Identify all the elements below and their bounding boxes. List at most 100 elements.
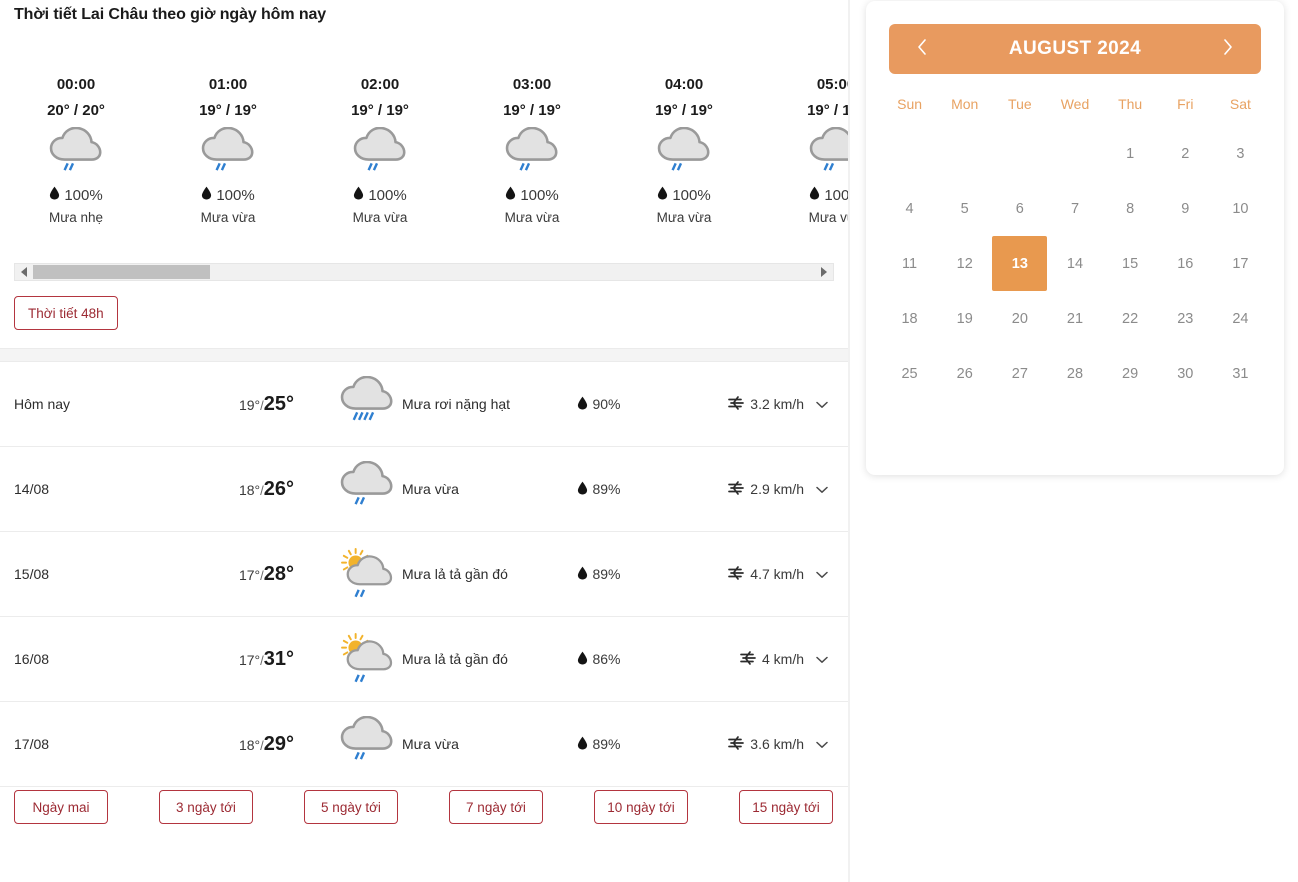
daily-precip: 89%	[529, 566, 669, 583]
hourly-condition: Mưa vừa	[352, 210, 408, 225]
daily-forecast-row[interactable]: 16/08 17°/31° Mưa lả tả gần đó 86% 4 km/h	[0, 617, 848, 702]
water-drop-icon	[577, 736, 588, 753]
calendar-day-cell[interactable]: 17	[1213, 236, 1268, 291]
daily-wind[interactable]: 4.7 km/h	[669, 565, 834, 583]
hourly-scroll-strip[interactable]: 00:00 20° / 20° 100% Mưa nhẹ 01:00 19° / 19° 1…	[0, 62, 848, 247]
calendar-day-cell[interactable]: 27	[992, 346, 1047, 401]
calendar-weekday-label: Tue	[1008, 96, 1032, 112]
hourly-condition: Mưa vừa	[504, 210, 560, 225]
calendar-day-cell[interactable]: 14	[1047, 236, 1102, 291]
forecast-range-button[interactable]: 15 ngày tới	[739, 790, 833, 824]
calendar-prev-month-icon[interactable]	[911, 39, 933, 59]
daily-wind[interactable]: 4 km/h	[669, 650, 834, 668]
calendar-day-cell[interactable]: 1	[1103, 126, 1158, 181]
calendar-day-cell[interactable]: 16	[1158, 236, 1213, 291]
hourly-time: 04:00	[664, 76, 704, 93]
daily-temp-max: 26°	[263, 477, 294, 500]
forecast-range-button[interactable]: 7 ngày tới	[449, 790, 543, 824]
hourly-temp: 19° / 19°	[807, 102, 848, 119]
forecast-range-button-label: 7 ngày tới	[466, 799, 526, 815]
daily-forecast-list: Hôm nay 19°/25° Mưa rơi nặng hạt 90% 3.2 km/…	[0, 362, 848, 787]
weather-48h-button[interactable]: Thời tiết 48h	[14, 296, 118, 330]
calendar-day-cell[interactable]: 28	[1047, 346, 1102, 401]
calendar-day-cell[interactable]: 26	[937, 346, 992, 401]
daily-forecast-row[interactable]: 17/08 18°/29° Mưa vừa 89% 3.6 km/h	[0, 702, 848, 787]
hourly-cell: 04:00 19° / 19° 100% Mưa vừa	[608, 62, 760, 247]
calendar-day-label: 4	[905, 200, 914, 217]
calendar-weekday-label: Mon	[951, 96, 979, 112]
hourly-scrollbar[interactable]	[14, 263, 834, 281]
forecast-range-button[interactable]: 3 ngày tới	[159, 790, 253, 824]
calendar-day-cell[interactable]: 21	[1047, 291, 1102, 346]
water-drop-icon	[49, 184, 60, 208]
calendar-day-cell[interactable]: 24	[1213, 291, 1268, 346]
forecast-range-button[interactable]: Ngày mai	[14, 790, 108, 824]
daily-condition-text: Mưa lả tả gần đó	[402, 651, 508, 667]
calendar-day-cell[interactable]: 30	[1158, 346, 1213, 401]
scrollbar-thumb[interactable]	[33, 265, 210, 279]
calendar-day-cell[interactable]: 11	[882, 236, 937, 291]
calendar-day-cell[interactable]: 22	[1103, 291, 1158, 346]
calendar-day-cell[interactable]: 25	[882, 346, 937, 401]
calendar-day-cell[interactable]: 4	[882, 181, 937, 236]
chevron-down-icon[interactable]	[816, 481, 828, 497]
calendar-weekday-label: Wed	[1060, 96, 1090, 112]
daily-forecast-row[interactable]: Hôm nay 19°/25° Mưa rơi nặng hạt 90% 3.2 km/…	[0, 362, 848, 447]
daily-condition-text: Mưa rơi nặng hạt	[402, 396, 511, 412]
calendar-day-cell[interactable]: 29	[1103, 346, 1158, 401]
calendar-day-label: 28	[1066, 365, 1084, 382]
calendar-day-cell[interactable]: 10	[1213, 181, 1268, 236]
daily-condition-group: Mưa rơi nặng hạt	[294, 376, 529, 432]
scroll-left-arrow-icon[interactable]	[15, 264, 33, 280]
chevron-down-icon[interactable]	[816, 396, 828, 412]
calendar-day-selected[interactable]: 13	[992, 236, 1048, 291]
hourly-precip: 100%	[760, 184, 848, 208]
range-button-spacer	[399, 790, 449, 824]
hourly-precip-value: 100%	[672, 187, 711, 204]
calendar-day-cell[interactable]: 3	[1213, 126, 1268, 181]
hourly-cell: 00:00 20° / 20° 100% Mưa nhẹ	[0, 62, 152, 247]
daily-condition-group: Mưa lả tả gần đó	[294, 631, 529, 687]
calendar-day-cell[interactable]: 9	[1158, 181, 1213, 236]
water-drop-icon	[201, 184, 212, 208]
hourly-precip: 100%	[0, 184, 152, 208]
calendar-weekday-label: Thu	[1118, 96, 1143, 112]
calendar-weekday-label: Fri	[1177, 96, 1194, 112]
calendar-day-cell[interactable]: 2	[1158, 126, 1213, 181]
calendar-next-month-icon[interactable]	[1217, 39, 1239, 59]
chevron-down-icon[interactable]	[816, 651, 828, 667]
daily-date: 14/08	[14, 481, 50, 497]
water-drop-icon	[577, 481, 588, 498]
daily-wind[interactable]: 3.6 km/h	[669, 735, 834, 753]
left-column: Thời tiết Lai Châu theo giờ ngày hôm nay…	[0, 0, 850, 882]
daily-temp-max: 25°	[263, 392, 294, 415]
scroll-right-arrow-icon[interactable]	[815, 264, 833, 280]
calendar-day-cell[interactable]: 23	[1158, 291, 1213, 346]
daily-precip-value: 90%	[592, 396, 621, 412]
daily-forecast-row[interactable]: 15/08 17°/28° Mưa lả tả gần đó 89% 4.7 km/h	[0, 532, 848, 617]
calendar-day-cell[interactable]: 31	[1213, 346, 1268, 401]
chevron-down-icon[interactable]	[816, 566, 828, 582]
forecast-range-button[interactable]: 5 ngày tới	[304, 790, 398, 824]
calendar-day-cell[interactable]: 18	[882, 291, 937, 346]
calendar-day-cell[interactable]: 7	[1047, 181, 1102, 236]
daily-forecast-row[interactable]: 14/08 18°/26° Mưa vừa 89% 2.9 km/h	[0, 447, 848, 532]
scrollbar-track[interactable]	[33, 264, 815, 280]
water-drop-icon	[657, 184, 668, 208]
chevron-down-icon[interactable]	[816, 736, 828, 752]
calendar-day-cell[interactable]: 12	[937, 236, 992, 291]
calendar-day-cell[interactable]: 19	[937, 291, 992, 346]
calendar-day-cell[interactable]: 15	[1103, 236, 1158, 291]
calendar-empty-cell	[992, 126, 1047, 181]
hourly-time: 03:00	[512, 76, 552, 93]
calendar-day-cell[interactable]: 5	[937, 181, 992, 236]
calendar-day-cell[interactable]: 20	[992, 291, 1047, 346]
calendar-day-label: 8	[1126, 200, 1135, 217]
calendar-card: AUGUST 2024 Sun Mon Tue Wed Thu Fri Sat 123456…	[866, 1, 1284, 475]
forecast-range-button[interactable]: 10 ngày tới	[594, 790, 688, 824]
daily-wind[interactable]: 3.2 km/h	[669, 395, 834, 413]
calendar-day-cell[interactable]: 8	[1103, 181, 1158, 236]
calendar-day-label: 9	[1181, 200, 1190, 217]
calendar-day-cell[interactable]: 6	[992, 181, 1047, 236]
daily-wind[interactable]: 2.9 km/h	[669, 480, 834, 498]
